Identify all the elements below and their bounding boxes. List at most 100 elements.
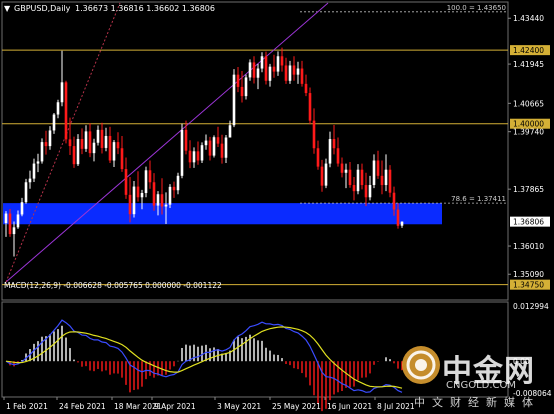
candle-body	[16, 214, 20, 228]
candle-body	[116, 142, 120, 149]
x-tick-label: 24 Feb 2021	[59, 402, 106, 411]
candle-body	[316, 148, 320, 167]
candle-body	[360, 169, 364, 186]
current-price-label: 1.36806	[513, 218, 544, 227]
candle-body	[268, 66, 272, 81]
candle-body	[304, 83, 308, 94]
candle-body	[260, 56, 264, 69]
watermark-tag: 中文财经新媒体	[414, 396, 540, 409]
candle-body	[140, 193, 144, 198]
support-zone	[3, 203, 442, 225]
candle-body	[208, 140, 212, 156]
candle-body	[264, 56, 268, 81]
candle-body	[120, 148, 124, 170]
fib-label-3: 78.6 = 1.37411	[451, 195, 506, 203]
y-tick-label: 1.36010	[513, 242, 544, 251]
candle-body	[320, 166, 324, 186]
candle-body	[108, 135, 112, 161]
candle-body	[216, 137, 220, 144]
y-tick-label: 1.39740	[513, 128, 544, 137]
macd-label: MACD(12,26,9) -0.006628 -0.005765 0.0000…	[4, 281, 222, 290]
candle-body	[152, 182, 156, 206]
candle-body	[124, 169, 128, 195]
candle-body	[376, 160, 380, 176]
candle-body	[272, 66, 276, 72]
candle-body	[236, 74, 240, 87]
candle-body	[308, 93, 312, 121]
candle-body	[244, 77, 248, 97]
candle-body	[300, 68, 304, 84]
candle-body	[344, 169, 348, 173]
candle-body	[32, 163, 36, 179]
candle-body	[336, 148, 340, 164]
candle-body	[248, 62, 252, 78]
candle-body	[52, 114, 56, 131]
candle-body	[56, 102, 60, 115]
y-tick-label: 1.40665	[513, 99, 544, 108]
candle-body	[196, 151, 200, 161]
candle-body	[224, 137, 228, 158]
candle-body	[172, 186, 176, 191]
candle-body	[296, 68, 300, 75]
candle-body	[348, 169, 352, 186]
candle-body	[136, 186, 140, 198]
candle-body	[164, 204, 168, 207]
candle-body	[68, 139, 72, 147]
x-tick-label: 9 Apr 2021	[154, 402, 196, 411]
x-tick-label: 16 Jun 2021	[327, 402, 372, 411]
candle-body	[64, 82, 68, 140]
candle-body	[232, 74, 236, 126]
candle-body	[104, 135, 108, 148]
candle-body	[80, 139, 84, 149]
candle-body	[328, 139, 332, 164]
candle-body	[92, 142, 96, 154]
candle-body	[96, 129, 100, 143]
candle-body	[212, 137, 216, 156]
candle-body	[188, 150, 192, 163]
macd-tick-label: 0.012994	[513, 302, 549, 311]
candle-body	[388, 169, 392, 193]
candle-body	[48, 130, 52, 147]
level-label-5: 1.34750	[513, 281, 544, 290]
candle-body	[372, 160, 376, 186]
candle-body	[156, 194, 160, 206]
candle-body	[252, 62, 256, 78]
candle-body	[76, 139, 80, 165]
level-label-2: 1.40000	[513, 120, 544, 129]
candle-body	[332, 139, 336, 149]
symbol-menu-icon[interactable]: ▼	[4, 4, 11, 13]
y-tick-label: 1.41945	[513, 60, 544, 69]
y-tick-label: 1.35090	[513, 270, 544, 279]
candle-body	[324, 163, 328, 186]
candle-body	[8, 213, 12, 235]
candle-body	[220, 143, 224, 158]
candle-body	[24, 182, 28, 203]
candle-body	[384, 169, 388, 186]
gold-coin-logo-icon	[402, 346, 440, 384]
candle-body	[176, 175, 180, 191]
candle-body	[20, 202, 24, 215]
candle-body	[128, 194, 132, 215]
watermark: 中金网 CNGOLD.COM 中文财经新媒体	[396, 338, 554, 414]
candle-body	[396, 209, 400, 226]
level-label-1: 1.42400	[513, 46, 544, 55]
candle-body	[204, 140, 208, 146]
candle-body	[280, 56, 284, 66]
candle-body	[132, 186, 136, 215]
candle-body	[200, 145, 204, 161]
candle-body	[144, 170, 148, 194]
candle-body	[380, 175, 384, 186]
candle-body	[240, 86, 244, 97]
candle-body	[288, 65, 292, 81]
x-tick-label: 25 May 2021	[272, 402, 321, 411]
fib-label-0: 100.0 = 1.43650	[447, 4, 506, 12]
candle-body	[12, 227, 16, 235]
candle-body	[160, 194, 164, 207]
candle-body	[284, 65, 288, 81]
candle-body	[60, 82, 64, 103]
candle-body	[40, 142, 44, 162]
candle-body	[148, 170, 152, 183]
candle-body	[112, 142, 116, 161]
candle-body	[256, 68, 260, 78]
candle-body	[292, 65, 296, 75]
